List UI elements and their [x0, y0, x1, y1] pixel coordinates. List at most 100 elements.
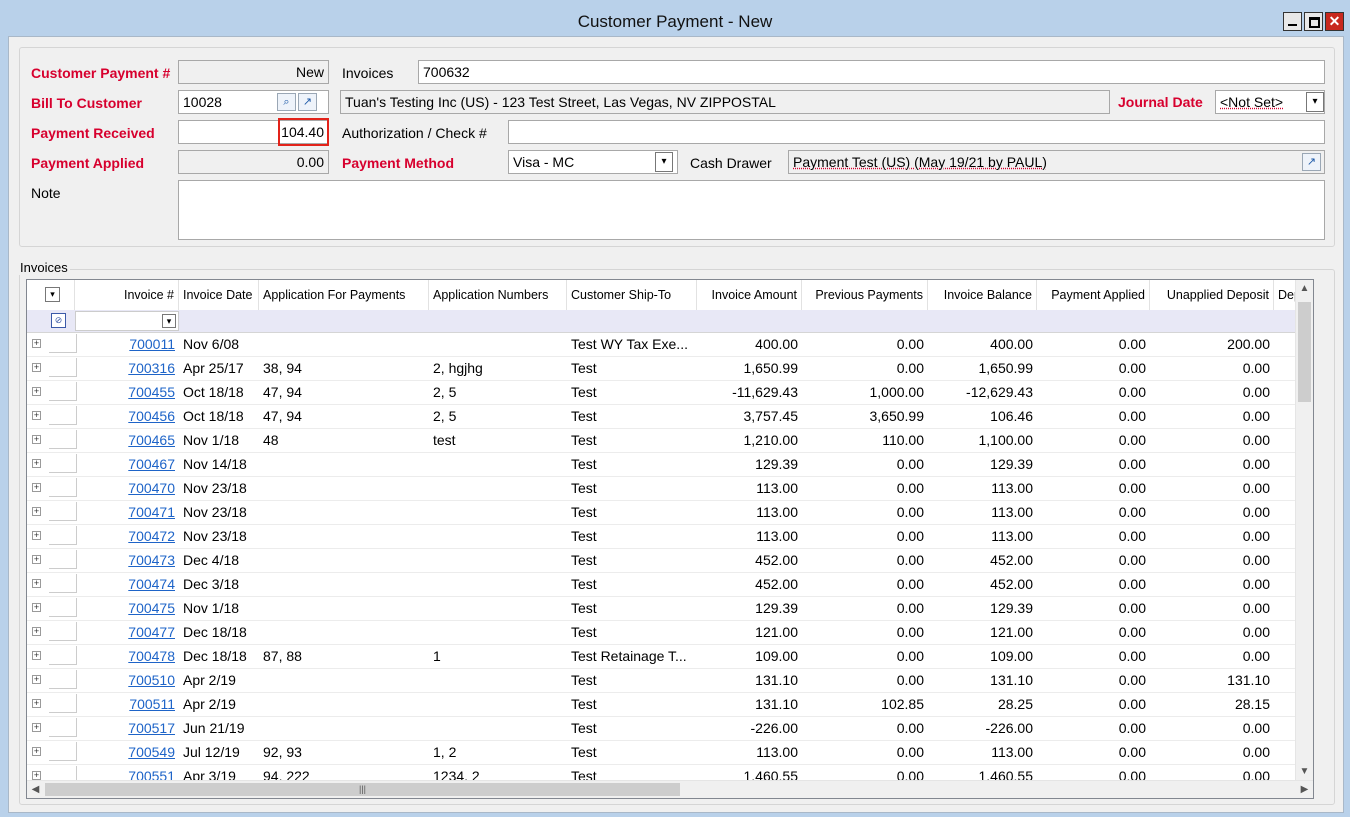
minimize-icon[interactable] — [1283, 12, 1302, 31]
row-selector[interactable] — [49, 694, 77, 713]
expand-icon[interactable]: + — [32, 675, 41, 684]
row-selector[interactable] — [49, 598, 77, 617]
row-selector[interactable] — [49, 406, 77, 425]
expand-icon[interactable]: + — [32, 339, 41, 348]
expand-icon[interactable]: + — [32, 531, 41, 540]
row-selector[interactable] — [49, 502, 77, 521]
authorization-check-field[interactable] — [508, 120, 1325, 144]
table-row[interactable]: +700517 Jun 21/19 Test -226.00 0.00 -226.00 0.… — [27, 716, 1297, 741]
table-row[interactable]: +700478 Dec 18/18 87, 88 1 Test Retainage T.… — [27, 644, 1297, 669]
table-row[interactable]: +700316 Apr 25/17 38, 94 2, hgjhg Test 1,650.… — [27, 356, 1297, 381]
invoices-field[interactable]: 700632 — [418, 60, 1325, 84]
invoice-link[interactable]: 700470 — [128, 480, 175, 496]
search-icon[interactable]: ⌕ — [277, 93, 296, 111]
row-selector[interactable] — [49, 646, 77, 665]
scroll-left-icon[interactable]: ◀ — [27, 781, 44, 798]
invoice-link[interactable]: 700471 — [128, 504, 175, 520]
expand-icon[interactable]: + — [32, 363, 41, 372]
row-selector[interactable] — [49, 478, 77, 497]
row-selector[interactable] — [49, 358, 77, 377]
expand-icon[interactable]: + — [32, 507, 41, 516]
scroll-down-icon[interactable]: ▼ — [1296, 763, 1313, 780]
note-field[interactable] — [178, 180, 1325, 240]
row-selector[interactable] — [49, 742, 77, 761]
row-selector[interactable] — [49, 430, 77, 449]
vertical-scrollbar[interactable]: ▲ ▼ — [1295, 280, 1313, 780]
horizontal-scrollbar[interactable]: ◀ ||| ▶ — [27, 780, 1313, 798]
expand-icon[interactable]: + — [32, 555, 41, 564]
expand-icon[interactable]: + — [32, 459, 41, 468]
expand-icon[interactable]: + — [32, 699, 41, 708]
invoice-filter-input[interactable]: ▾ — [75, 311, 179, 331]
col-previous-payments[interactable]: Previous Payments — [802, 280, 928, 310]
col-unapplied-deposit[interactable]: Unapplied Deposit — [1150, 280, 1274, 310]
close-icon[interactable]: ✕ — [1325, 12, 1344, 31]
scroll-right-icon[interactable]: ▶ — [1296, 781, 1313, 798]
row-selector[interactable] — [49, 382, 77, 401]
expand-icon[interactable]: + — [32, 747, 41, 756]
open-link-icon[interactable]: ↗ — [1302, 153, 1321, 171]
table-row[interactable]: +700011 Nov 6/08 Test WY Tax Exe... 400.00 0… — [27, 332, 1297, 357]
column-chooser[interactable]: ▾ — [27, 280, 75, 310]
invoice-link[interactable]: 700475 — [128, 600, 175, 616]
col-payment-applied[interactable]: Payment Applied — [1037, 280, 1150, 310]
invoice-link[interactable]: 700474 — [128, 576, 175, 592]
invoice-link[interactable]: 700465 — [128, 432, 175, 448]
invoice-link[interactable]: 700511 — [129, 696, 175, 712]
table-row[interactable]: +700470 Nov 23/18 Test 113.00 0.00 113.00 0.00… — [27, 476, 1297, 501]
row-selector[interactable] — [49, 334, 77, 353]
row-selector[interactable] — [49, 526, 77, 545]
row-selector[interactable] — [49, 718, 77, 737]
table-row[interactable]: +700474 Dec 3/18 Test 452.00 0.00 452.00 0.00 0… — [27, 572, 1297, 597]
row-selector[interactable] — [49, 622, 77, 641]
invoice-link[interactable]: 700510 — [128, 672, 175, 688]
table-row[interactable]: +700472 Nov 23/18 Test 113.00 0.00 113.00 0.00… — [27, 524, 1297, 549]
row-selector[interactable] — [49, 550, 77, 569]
col-application-for-payments[interactable]: Application For Payments — [259, 280, 429, 310]
col-invoice-balance[interactable]: Invoice Balance — [928, 280, 1037, 310]
table-row[interactable]: +700455 Oct 18/18 47, 94 2, 5 Test -11,629.43… — [27, 380, 1297, 405]
invoice-link[interactable]: 700473 — [128, 552, 175, 568]
table-row[interactable]: +700467 Nov 14/18 Test 129.39 0.00 129.39 0.00… — [27, 452, 1297, 477]
row-selector[interactable] — [49, 454, 77, 473]
col-application-numbers[interactable]: Application Numbers — [429, 280, 567, 310]
invoice-link[interactable]: 700472 — [128, 528, 175, 544]
invoice-link[interactable]: 700549 — [128, 744, 175, 760]
maximize-icon[interactable] — [1304, 12, 1323, 31]
chevron-down-icon[interactable]: ▾ — [655, 152, 673, 172]
expand-icon[interactable]: + — [32, 651, 41, 660]
horizontal-scroll-thumb[interactable]: ||| — [45, 783, 680, 796]
table-row[interactable]: +700465 Nov 1/18 48 test Test 1,210.00 110.00 1… — [27, 428, 1297, 453]
col-customer-ship-to[interactable]: Customer Ship-To — [567, 280, 697, 310]
expand-icon[interactable]: + — [32, 627, 41, 636]
col-dep[interactable]: Dep — [1274, 280, 1297, 310]
payment-method-select[interactable]: Visa - MC — [508, 150, 678, 174]
row-selector[interactable] — [49, 670, 77, 689]
scroll-up-icon[interactable]: ▲ — [1296, 280, 1313, 297]
filter-icon[interactable]: ⊘ — [51, 313, 66, 328]
table-row[interactable]: +700456 Oct 18/18 47, 94 2, 5 Test 3,757.45 3,… — [27, 404, 1297, 429]
table-row[interactable]: +700549 Jul 12/19 92, 93 1, 2 Test 113.00 0.00… — [27, 740, 1297, 765]
col-invoice-date[interactable]: Invoice Date — [179, 280, 259, 310]
expand-icon[interactable]: + — [32, 723, 41, 732]
invoice-link[interactable]: 700467 — [128, 456, 175, 472]
chevron-down-icon[interactable]: ▾ — [162, 314, 176, 328]
expand-icon[interactable]: + — [32, 579, 41, 588]
table-row[interactable]: +700510 Apr 2/19 Test 131.10 0.00 131.10 0.00 1… — [27, 668, 1297, 693]
col-invoice-amount[interactable]: Invoice Amount — [697, 280, 802, 310]
col-invoice-number[interactable]: Invoice # — [75, 280, 179, 310]
expand-icon[interactable]: + — [32, 411, 41, 420]
invoice-link[interactable]: 700011 — [129, 336, 175, 352]
invoice-link[interactable]: 700478 — [128, 648, 175, 664]
invoice-link[interactable]: 700456 — [128, 408, 175, 424]
expand-icon[interactable]: + — [32, 483, 41, 492]
invoice-link[interactable]: 700316 — [128, 360, 175, 376]
vertical-scroll-thumb[interactable] — [1298, 302, 1311, 402]
expand-icon[interactable]: + — [32, 603, 41, 612]
expand-icon[interactable]: + — [32, 387, 41, 396]
table-row[interactable]: +700475 Nov 1/18 Test 129.39 0.00 129.39 0.00 0… — [27, 596, 1297, 621]
table-row[interactable]: +700471 Nov 23/18 Test 113.00 0.00 113.00 0.00… — [27, 500, 1297, 525]
expand-icon[interactable]: + — [32, 771, 41, 780]
invoice-link[interactable]: 700455 — [128, 384, 175, 400]
expand-icon[interactable]: + — [32, 435, 41, 444]
